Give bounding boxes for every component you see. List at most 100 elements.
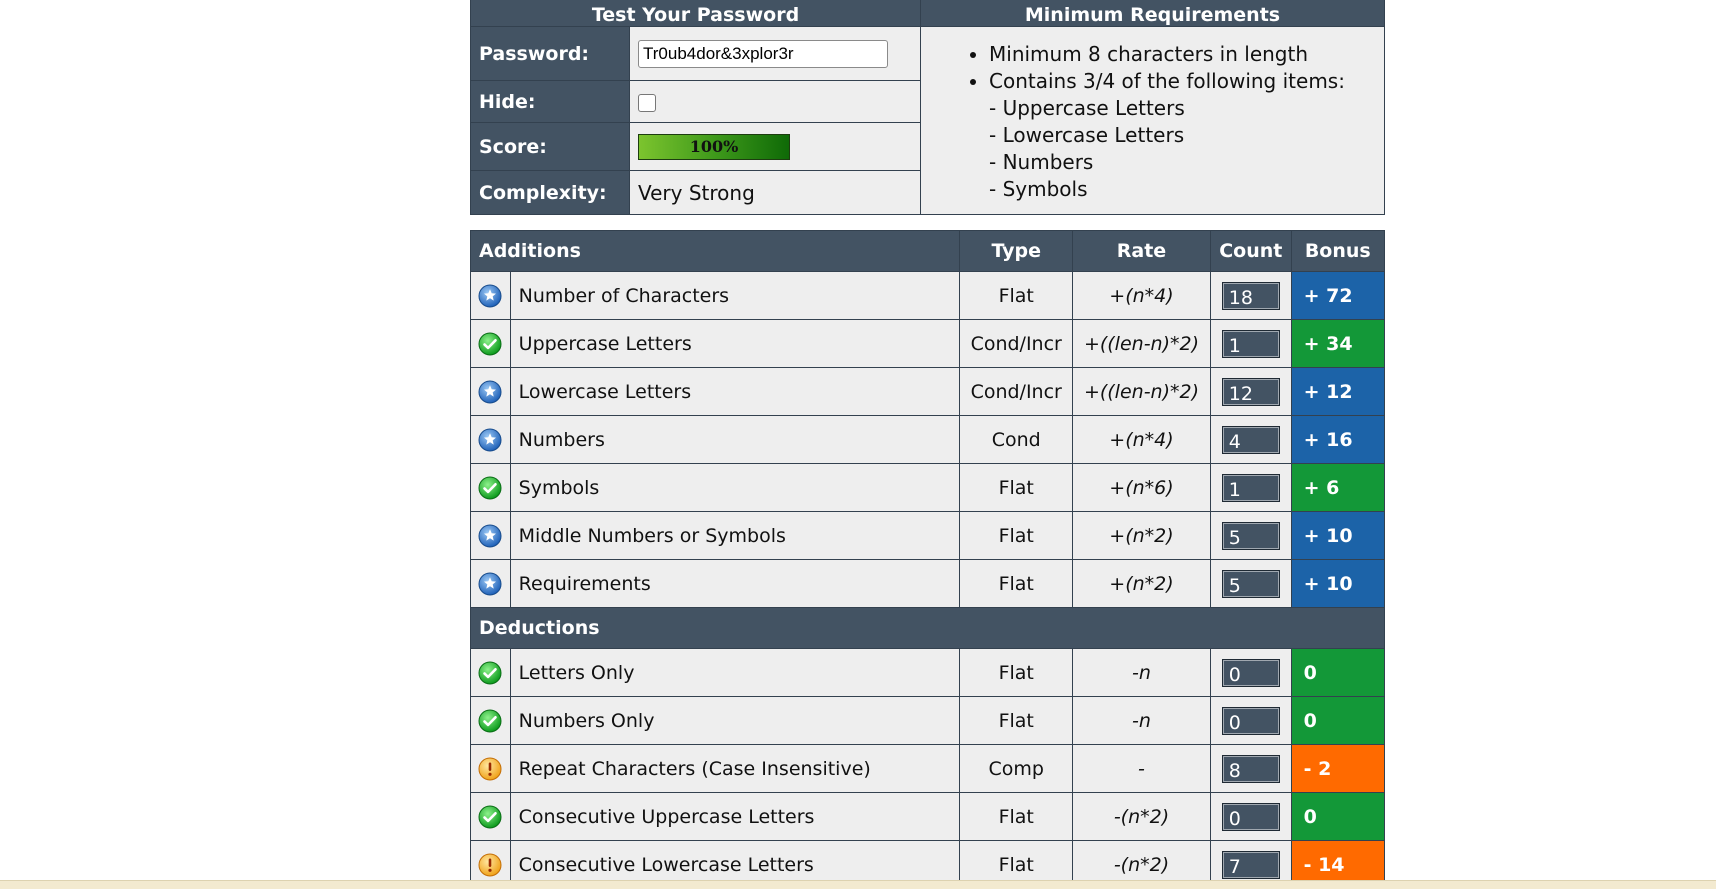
- row-bonus: 0: [1290, 792, 1386, 841]
- sufficient-check-icon: [478, 805, 502, 829]
- table-row: Numbers Only Flat -n 0 0: [470, 696, 1386, 745]
- score-label: Score:: [470, 122, 630, 171]
- row-count-cell: 0: [1209, 696, 1292, 745]
- row-rate: +((len-n)*2): [1071, 319, 1211, 368]
- additions-header: Additions: [469, 230, 961, 272]
- status-cell: [470, 271, 511, 320]
- row-count: 0: [1221, 658, 1280, 687]
- row-count: 0: [1221, 706, 1280, 735]
- status-cell: [470, 792, 511, 841]
- row-rate: -: [1071, 744, 1211, 793]
- row-type: Flat: [959, 271, 1073, 320]
- row-type: Comp: [959, 744, 1073, 793]
- row-rate: +(n*2): [1071, 511, 1211, 560]
- table-row: Letters Only Flat -n 0 0: [470, 648, 1386, 697]
- row-name: Middle Numbers or Symbols: [509, 511, 961, 560]
- sufficient-check-icon: [478, 332, 502, 356]
- password-cell: [629, 26, 921, 81]
- row-bonus: + 10: [1290, 511, 1386, 560]
- row-type: Flat: [959, 696, 1073, 745]
- row-bonus: - 2: [1290, 744, 1386, 793]
- bonus-header: Bonus: [1290, 230, 1386, 272]
- row-rate: -n: [1071, 696, 1211, 745]
- row-rate: -n: [1071, 648, 1211, 697]
- exceptional-star-icon: [478, 572, 502, 596]
- row-count-cell: 4: [1209, 415, 1292, 464]
- row-rate: -(n*2): [1071, 792, 1211, 841]
- row-rate: +(n*2): [1071, 559, 1211, 608]
- score-bar: 100%: [638, 133, 790, 160]
- row-bonus: + 72: [1290, 271, 1386, 320]
- row-count-cell: 5: [1209, 559, 1292, 608]
- hide-checkbox[interactable]: [638, 94, 656, 112]
- hide-cell: [629, 80, 921, 123]
- row-type: Flat: [959, 792, 1073, 841]
- password-test-panel: Test Your Password Minimum Requirements …: [470, 0, 1385, 215]
- row-count: 5: [1221, 521, 1280, 550]
- password-label: Password:: [470, 26, 630, 81]
- row-bonus: + 12: [1290, 367, 1386, 416]
- deductions-header-row: Deductions: [470, 607, 1385, 649]
- row-count: 5: [1221, 569, 1280, 598]
- status-cell: [470, 559, 511, 608]
- status-cell: [470, 648, 511, 697]
- row-bonus: + 10: [1290, 559, 1386, 608]
- row-name: Lowercase Letters: [509, 367, 961, 416]
- exceptional-star-icon: [478, 284, 502, 308]
- row-count-cell: 12: [1209, 367, 1292, 416]
- table-row: Consecutive Uppercase Letters Flat -(n*2) 0…: [470, 792, 1386, 841]
- row-rate: +(n*4): [1071, 415, 1211, 464]
- row-count-cell: 5: [1209, 511, 1292, 560]
- requirement-sub-item: - Numbers: [989, 150, 1094, 174]
- requirements-header: Minimum Requirements: [920, 0, 1385, 27]
- row-count-cell: 18: [1209, 271, 1292, 320]
- requirement-sub-item: - Lowercase Letters: [989, 123, 1185, 147]
- requirement-sub-list: - Uppercase Letters - Lowercase Letters …: [989, 95, 1384, 203]
- status-cell: [470, 367, 511, 416]
- password-input[interactable]: [638, 39, 888, 68]
- score-breakdown-table: Additions Type Rate Count Bonus Number o…: [469, 230, 1386, 889]
- row-name: Uppercase Letters: [509, 319, 961, 368]
- table-row: Uppercase Letters Cond/Incr +((len-n)*2) 1 +…: [470, 319, 1386, 368]
- status-cell: [470, 696, 511, 745]
- table-row: Lowercase Letters Cond/Incr +((len-n)*2) 12…: [470, 367, 1386, 416]
- status-cell: [470, 415, 511, 464]
- row-count: 8: [1221, 754, 1280, 783]
- row-count-cell: 1: [1209, 463, 1292, 512]
- table-row: Symbols Flat +(n*6) 1 + 6: [470, 463, 1386, 512]
- requirement-item: Contains 3/4 of the following items: - U…: [989, 68, 1384, 203]
- requirement-item: Minimum 8 characters in length: [989, 41, 1384, 68]
- rate-header: Rate: [1071, 230, 1211, 272]
- row-bonus: + 34: [1290, 319, 1386, 368]
- table-row: Requirements Flat +(n*2) 5 + 10: [470, 559, 1386, 608]
- hide-label: Hide:: [470, 80, 630, 123]
- complexity-label: Complexity:: [470, 170, 630, 215]
- row-type: Flat: [959, 648, 1073, 697]
- count-header: Count: [1209, 230, 1292, 272]
- row-bonus: 0: [1290, 648, 1386, 697]
- row-count: 1: [1221, 329, 1280, 358]
- row-count-cell: 8: [1209, 744, 1292, 793]
- row-count: 18: [1221, 281, 1280, 310]
- row-type: Cond: [959, 415, 1073, 464]
- table-row: Repeat Characters (Case Insensitive) Comp…: [470, 744, 1386, 793]
- row-bonus: + 6: [1290, 463, 1386, 512]
- row-count: 4: [1221, 425, 1280, 454]
- row-name: Symbols: [509, 463, 961, 512]
- requirements-panel: Minimum 8 characters in length Contains …: [920, 26, 1385, 215]
- row-type: Cond/Incr: [959, 367, 1073, 416]
- sufficient-check-icon: [478, 476, 502, 500]
- row-count: 0: [1221, 802, 1280, 831]
- row-count-cell: 0: [1209, 792, 1292, 841]
- row-name: Requirements: [509, 559, 961, 608]
- warning-exclamation-icon: [478, 757, 502, 781]
- score-cell: 100%: [629, 122, 921, 171]
- row-type: Cond/Incr: [959, 319, 1073, 368]
- status-cell: [470, 744, 511, 793]
- requirement-item-text: Contains 3/4 of the following items:: [989, 69, 1345, 93]
- table-row: Numbers Cond +(n*4) 4 + 16: [470, 415, 1386, 464]
- table-row: Number of Characters Flat +(n*4) 18 + 72: [470, 271, 1386, 320]
- row-bonus: + 16: [1290, 415, 1386, 464]
- exceptional-star-icon: [478, 524, 502, 548]
- row-rate: +(n*4): [1071, 271, 1211, 320]
